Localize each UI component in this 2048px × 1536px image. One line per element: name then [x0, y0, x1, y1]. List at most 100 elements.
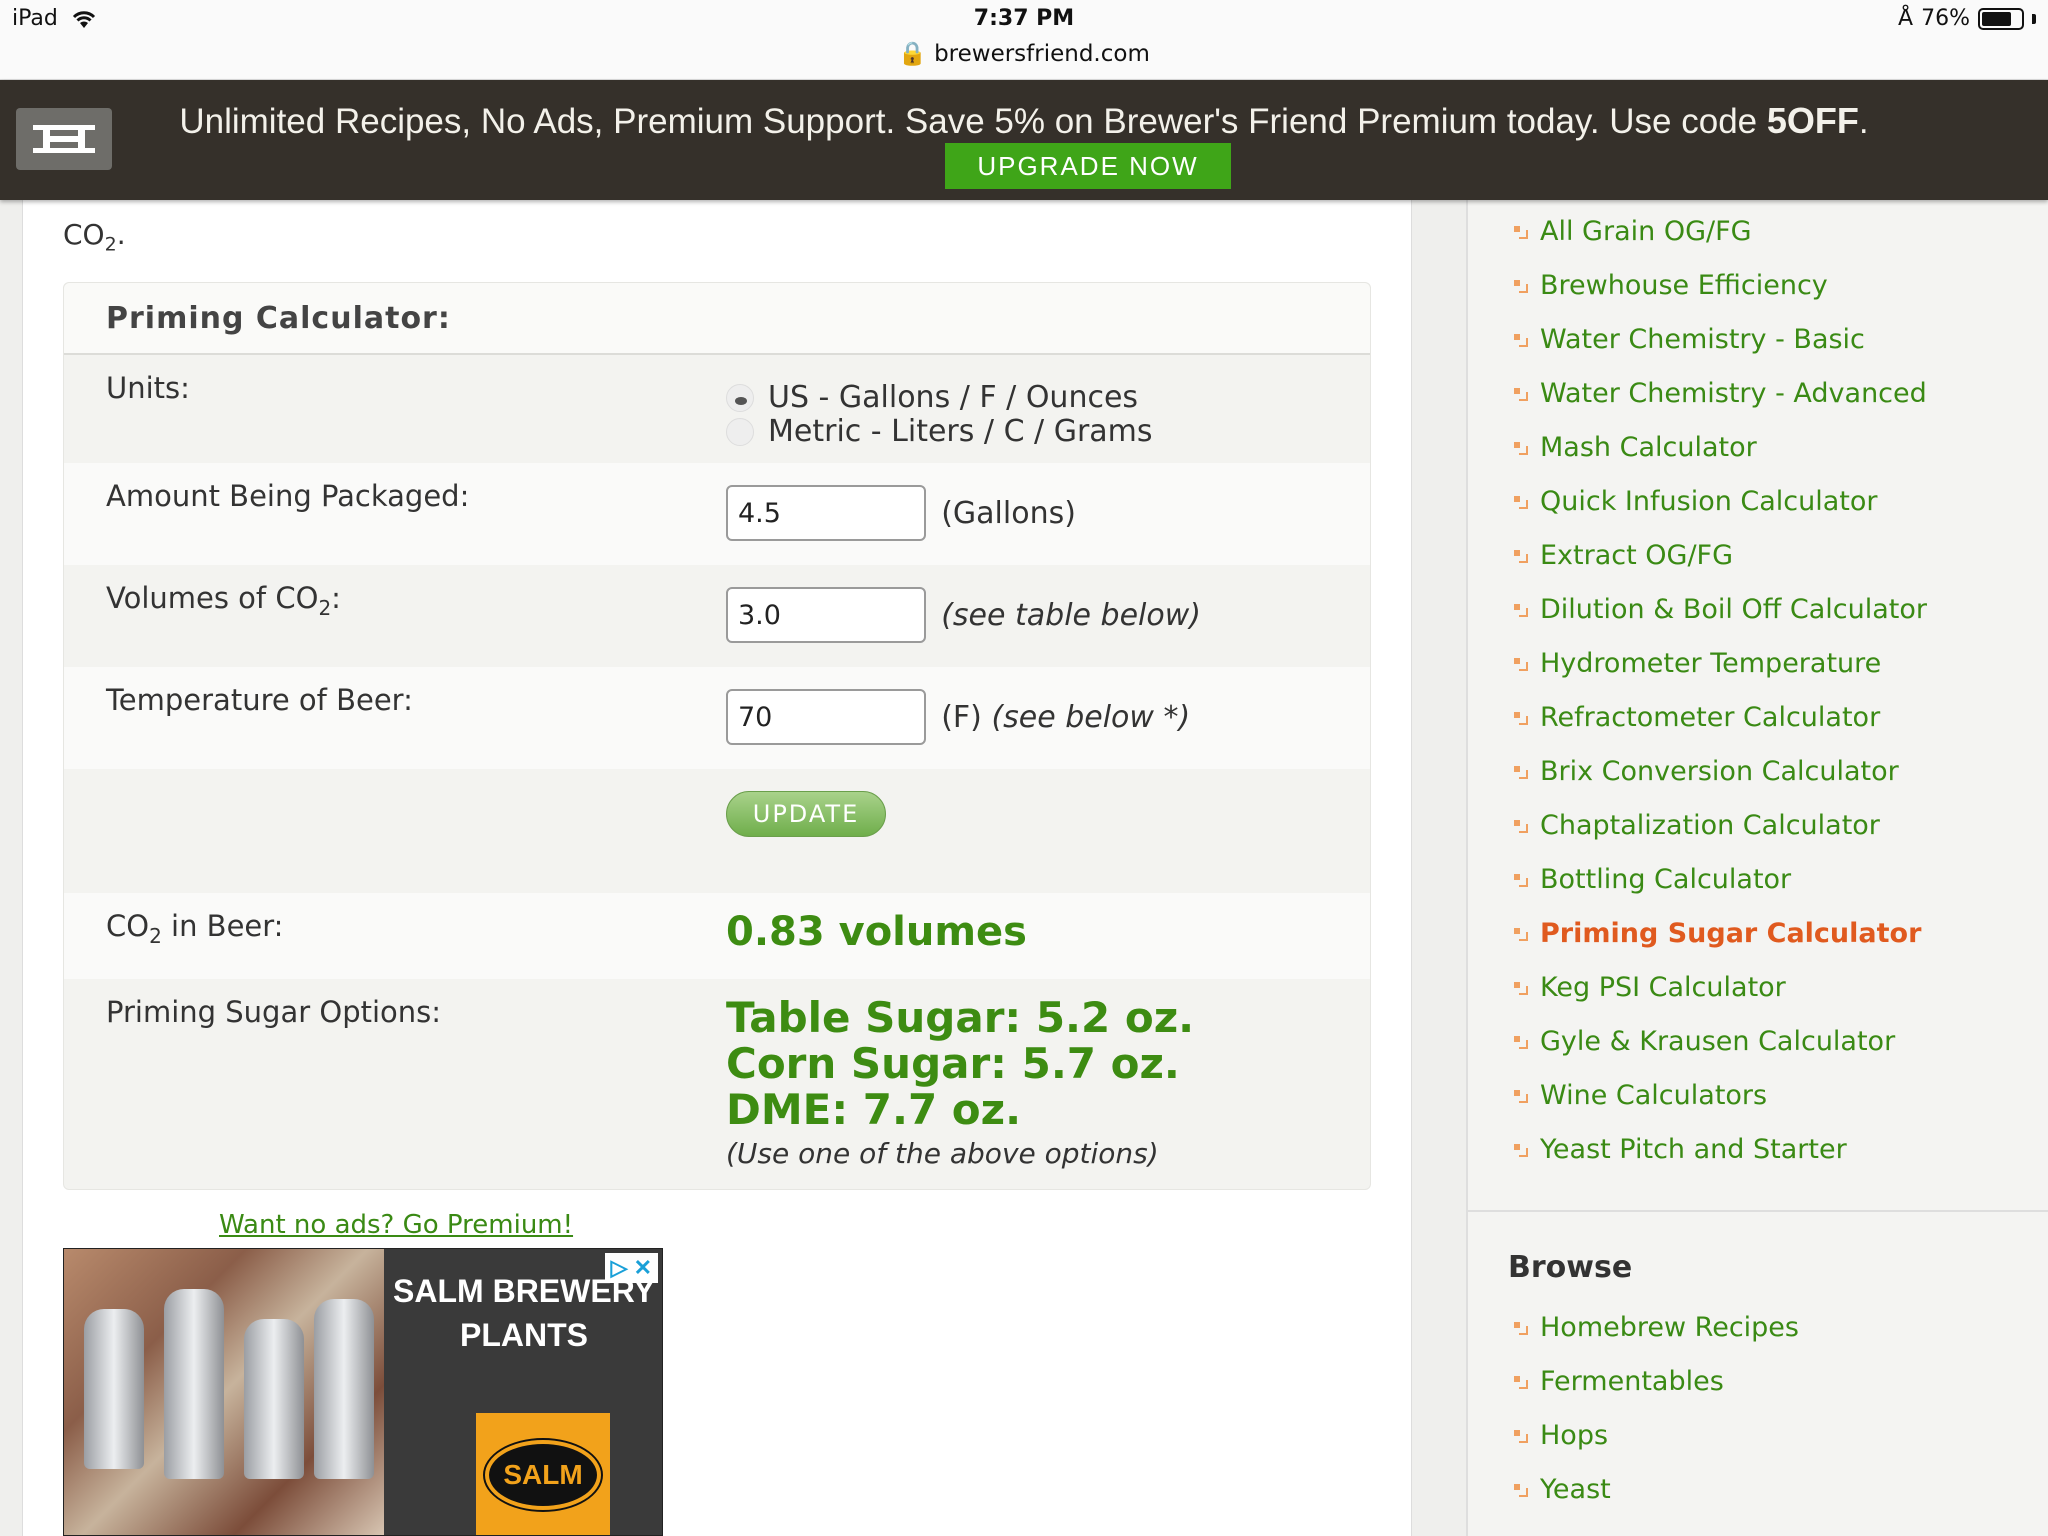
go-premium-link[interactable]: Want no ads? Go Premium! — [219, 1210, 573, 1240]
link-arrow-icon — [1514, 1374, 1528, 1389]
priming-calculator: Priming Calculator: Units: US - Gallons … — [63, 282, 1371, 1190]
calculator-title: Priming Calculator: — [64, 283, 1370, 355]
link-arrow-icon — [1514, 332, 1528, 347]
browse-item-fermentables[interactable]: Fermentables — [1514, 1354, 1799, 1408]
link-arrow-icon — [1514, 1320, 1528, 1335]
link-arrow-icon — [1514, 980, 1528, 995]
sidebar-item-bottling-calculator[interactable]: Bottling Calculator — [1514, 852, 1927, 906]
units-row: Units: US - Gallons / F / Ounces Metric … — [64, 355, 1370, 463]
sidebar-item-label: Bottling Calculator — [1540, 863, 1792, 895]
temperature-unit: (F) (see below *) — [941, 699, 1191, 735]
address-bar[interactable]: 🔒 brewersfriend.com — [0, 40, 2048, 67]
sidebar-item-brewhouse-efficiency[interactable]: Brewhouse Efficiency — [1514, 258, 1927, 312]
sidebar-item-label: All Grain OG/FG — [1540, 215, 1752, 247]
sidebar-item-dilution-boil-off-calculator[interactable]: Dilution & Boil Off Calculator — [1514, 582, 1927, 636]
promo-banner: Unlimited Recipes, No Ads, Premium Suppo… — [0, 80, 2048, 200]
sidebar-item-chaptalization-calculator[interactable]: Chaptalization Calculator — [1514, 798, 1927, 852]
sidebar: All Grain OG/FG Brewhouse Efficiency Water… — [1466, 190, 2048, 1536]
radio-metric[interactable] — [726, 418, 754, 446]
sidebar-item-label: Brix Conversion Calculator — [1540, 755, 1899, 787]
promo-code: 5OFF — [1766, 100, 1859, 141]
link-arrow-icon — [1514, 548, 1528, 563]
volumes-input[interactable] — [726, 587, 926, 643]
browse-item-homebrew-recipes[interactable]: Homebrew Recipes — [1514, 1300, 1799, 1354]
sidebar-item-wine-calculators[interactable]: Wine Calculators — [1514, 1068, 1927, 1122]
link-arrow-icon — [1514, 1034, 1528, 1049]
sidebar-item-label: Priming Sugar Calculator — [1540, 917, 1922, 949]
ad-brewery-image — [64, 1249, 384, 1535]
sidebar-item-yeast-pitch-and-starter[interactable]: Yeast Pitch and Starter — [1514, 1122, 1927, 1176]
ad-close-icon[interactable]: ✕ — [634, 1255, 652, 1281]
temperature-label: Temperature of Beer: — [106, 683, 413, 717]
link-arrow-icon — [1514, 1428, 1528, 1443]
amount-unit: (Gallons) — [941, 495, 1076, 531]
amount-row: Amount Being Packaged: (Gallons) — [64, 463, 1370, 565]
lock-icon: 🔒 — [898, 41, 927, 67]
sidebar-item-gyle-krausen-calculator[interactable]: Gyle & Krausen Calculator — [1514, 1014, 1927, 1068]
ios-status-bar: iPad 7:37 PM 🔒 brewersfriend.com Å 76% — [0, 0, 2048, 80]
sidebar-item-hydrometer-temperature[interactable]: Hydrometer Temperature — [1514, 636, 1927, 690]
amount-input[interactable] — [726, 485, 926, 541]
calculator-links: All Grain OG/FG Brewhouse Efficiency Water… — [1514, 204, 1927, 1176]
update-row: UPDATE — [64, 769, 1370, 893]
link-arrow-icon — [1514, 818, 1528, 833]
update-button[interactable]: UPDATE — [726, 791, 886, 837]
browse-item-hops[interactable]: Hops — [1514, 1408, 1799, 1462]
table-sugar-result: Table Sugar: 5.2 oz. — [726, 993, 1195, 1042]
radio-us[interactable] — [726, 384, 754, 412]
sidebar-item-label: Brewhouse Efficiency — [1540, 269, 1828, 301]
sidebar-item-label: Extract OG/FG — [1540, 539, 1734, 571]
volumes-hint: (see table below) — [941, 597, 1201, 633]
link-arrow-icon — [1514, 764, 1528, 779]
ad-info-icon[interactable]: ▷ — [611, 1255, 628, 1281]
sidebar-item-all-grain-og-fg[interactable]: All Grain OG/FG — [1514, 204, 1927, 258]
link-arrow-icon — [1514, 710, 1528, 725]
link-arrow-icon — [1514, 386, 1528, 401]
browse-item-yeast[interactable]: Yeast — [1514, 1462, 1799, 1516]
browse-item-label: Hops — [1540, 1419, 1609, 1451]
sidebar-item-refractometer-calculator[interactable]: Refractometer Calculator — [1514, 690, 1927, 744]
sidebar-item-label: Wine Calculators — [1540, 1079, 1768, 1111]
sidebar-item-label: Water Chemistry - Basic — [1540, 323, 1865, 355]
link-arrow-icon — [1514, 926, 1528, 941]
browse-item-label: Fermentables — [1540, 1365, 1724, 1397]
temperature-input[interactable] — [726, 689, 926, 745]
co2-result: 0.83 volumes — [726, 909, 1027, 955]
sidebar-divider — [1468, 1210, 2048, 1212]
link-arrow-icon — [1514, 440, 1528, 455]
battery-percent: 76% — [1921, 6, 1970, 31]
intro-text: CO2. — [63, 218, 126, 256]
sidebar-item-label: Hydrometer Temperature — [1540, 647, 1882, 679]
dme-result: DME: 7.7 oz. — [726, 1085, 1022, 1134]
amount-label: Amount Being Packaged: — [106, 479, 470, 513]
status-right: Å 76% — [1898, 6, 2036, 31]
units-label: Units: — [106, 371, 190, 405]
upgrade-now-button[interactable]: UPGRADE NOW — [945, 143, 1231, 189]
sidebar-item-label: Keg PSI Calculator — [1540, 971, 1786, 1003]
link-arrow-icon — [1514, 224, 1528, 239]
co2-label: CO2 in Beer: — [106, 909, 284, 948]
sidebar-item-priming-sugar-calculator[interactable]: Priming Sugar Calculator — [1514, 906, 1927, 960]
sidebar-item-extract-og-fg[interactable]: Extract OG/FG — [1514, 528, 1927, 582]
sidebar-item-water-chemistry-basic[interactable]: Water Chemistry - Basic — [1514, 312, 1927, 366]
browse-title: Browse — [1508, 1250, 1633, 1285]
link-arrow-icon — [1514, 602, 1528, 617]
ad-choices[interactable]: ▷ ✕ — [604, 1253, 658, 1283]
sidebar-item-label: Yeast Pitch and Starter — [1540, 1133, 1847, 1165]
sidebar-item-water-chemistry-advanced[interactable]: Water Chemistry - Advanced — [1514, 366, 1927, 420]
co2-result-row: CO2 in Beer: 0.83 volumes — [64, 893, 1370, 979]
temperature-row: Temperature of Beer: (F) (see below *) — [64, 667, 1370, 769]
sidebar-item-keg-psi-calculator[interactable]: Keg PSI Calculator — [1514, 960, 1927, 1014]
sidebar-item-brix-conversion-calculator[interactable]: Brix Conversion Calculator — [1514, 744, 1927, 798]
sidebar-item-quick-infusion-calculator[interactable]: Quick Infusion Calculator — [1514, 474, 1927, 528]
advertisement[interactable]: SALM BREWERY PLANTS SALM ▷ ✕ — [63, 1248, 663, 1536]
link-arrow-icon — [1514, 1482, 1528, 1497]
radio-metric-label: Metric - Liters / C / Grams — [768, 414, 1153, 449]
volumes-label: Volumes of CO2: — [106, 581, 341, 620]
sidebar-item-mash-calculator[interactable]: Mash Calculator — [1514, 420, 1927, 474]
link-arrow-icon — [1514, 1142, 1528, 1157]
sidebar-item-label: Refractometer Calculator — [1540, 701, 1881, 733]
sidebar-item-label: Chaptalization Calculator — [1540, 809, 1880, 841]
battery-icon — [1978, 7, 2024, 30]
ad-logo: SALM — [476, 1413, 610, 1535]
